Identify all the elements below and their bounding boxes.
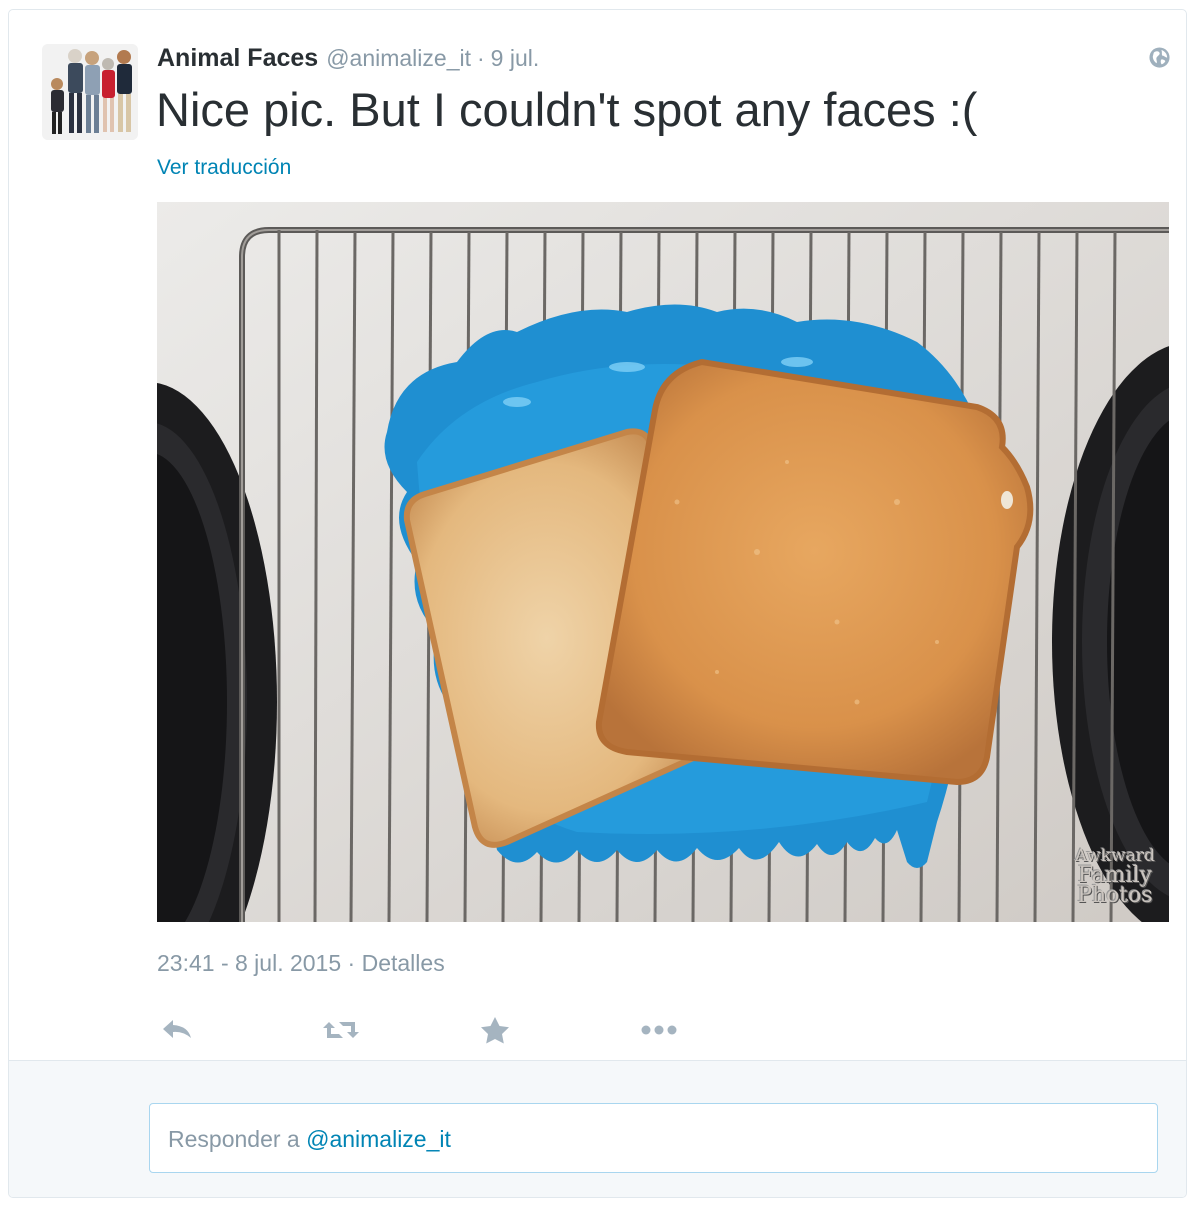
star-icon xyxy=(481,1017,509,1044)
tweet-timestamp: 23:41 - 8 jul. 2015 · Detalles xyxy=(157,950,445,977)
reply-placeholder-prefix: Responder a xyxy=(168,1126,300,1152)
favorite-button[interactable] xyxy=(475,1012,515,1048)
timestamp-text[interactable]: 23:41 - 8 jul. 2015 xyxy=(157,950,341,976)
media-watermark: Awkward Family Photos xyxy=(1067,846,1163,908)
reply-button[interactable] xyxy=(157,1012,197,1048)
author-handle[interactable]: @animalize_it xyxy=(326,45,471,72)
author-name[interactable]: Animal Faces xyxy=(157,44,318,73)
header-separator: · xyxy=(476,45,485,71)
tweet-header: Animal Faces @animalize_it · 9 jul. xyxy=(157,44,539,74)
tweet-date-link[interactable]: 9 jul. xyxy=(491,45,540,72)
toast-photo-illustration xyxy=(157,202,1169,922)
tweet-text: Nice pic. But I couldn't spot any faces … xyxy=(156,83,978,136)
tweet-permalink-card: Animal Faces @animalize_it · 9 jul. Nice… xyxy=(8,9,1187,1198)
retweet-button[interactable] xyxy=(321,1012,361,1048)
avatar[interactable] xyxy=(42,44,138,140)
watermark-line-3: Photos xyxy=(1077,883,1153,908)
timestamp-separator: · xyxy=(347,950,356,976)
reply-placeholder: Responder a @animalize_it xyxy=(168,1126,451,1153)
details-link[interactable]: Detalles xyxy=(362,950,445,976)
globe-icon xyxy=(1148,46,1171,69)
reply-section: Responder a @animalize_it xyxy=(9,1060,1186,1197)
more-dots-icon xyxy=(641,1025,677,1035)
avatar-image xyxy=(42,44,138,140)
reply-icon xyxy=(163,1020,191,1038)
translate-link[interactable]: Ver traducción xyxy=(157,156,291,180)
tweet-photo[interactable]: Awkward Family Photos xyxy=(157,202,1169,922)
tweet-actions xyxy=(157,1012,717,1048)
more-button[interactable] xyxy=(639,1012,679,1048)
retweet-icon xyxy=(323,1022,359,1038)
reply-placeholder-handle: @animalize_it xyxy=(306,1126,451,1152)
reply-input[interactable]: Responder a @animalize_it xyxy=(149,1103,1158,1173)
